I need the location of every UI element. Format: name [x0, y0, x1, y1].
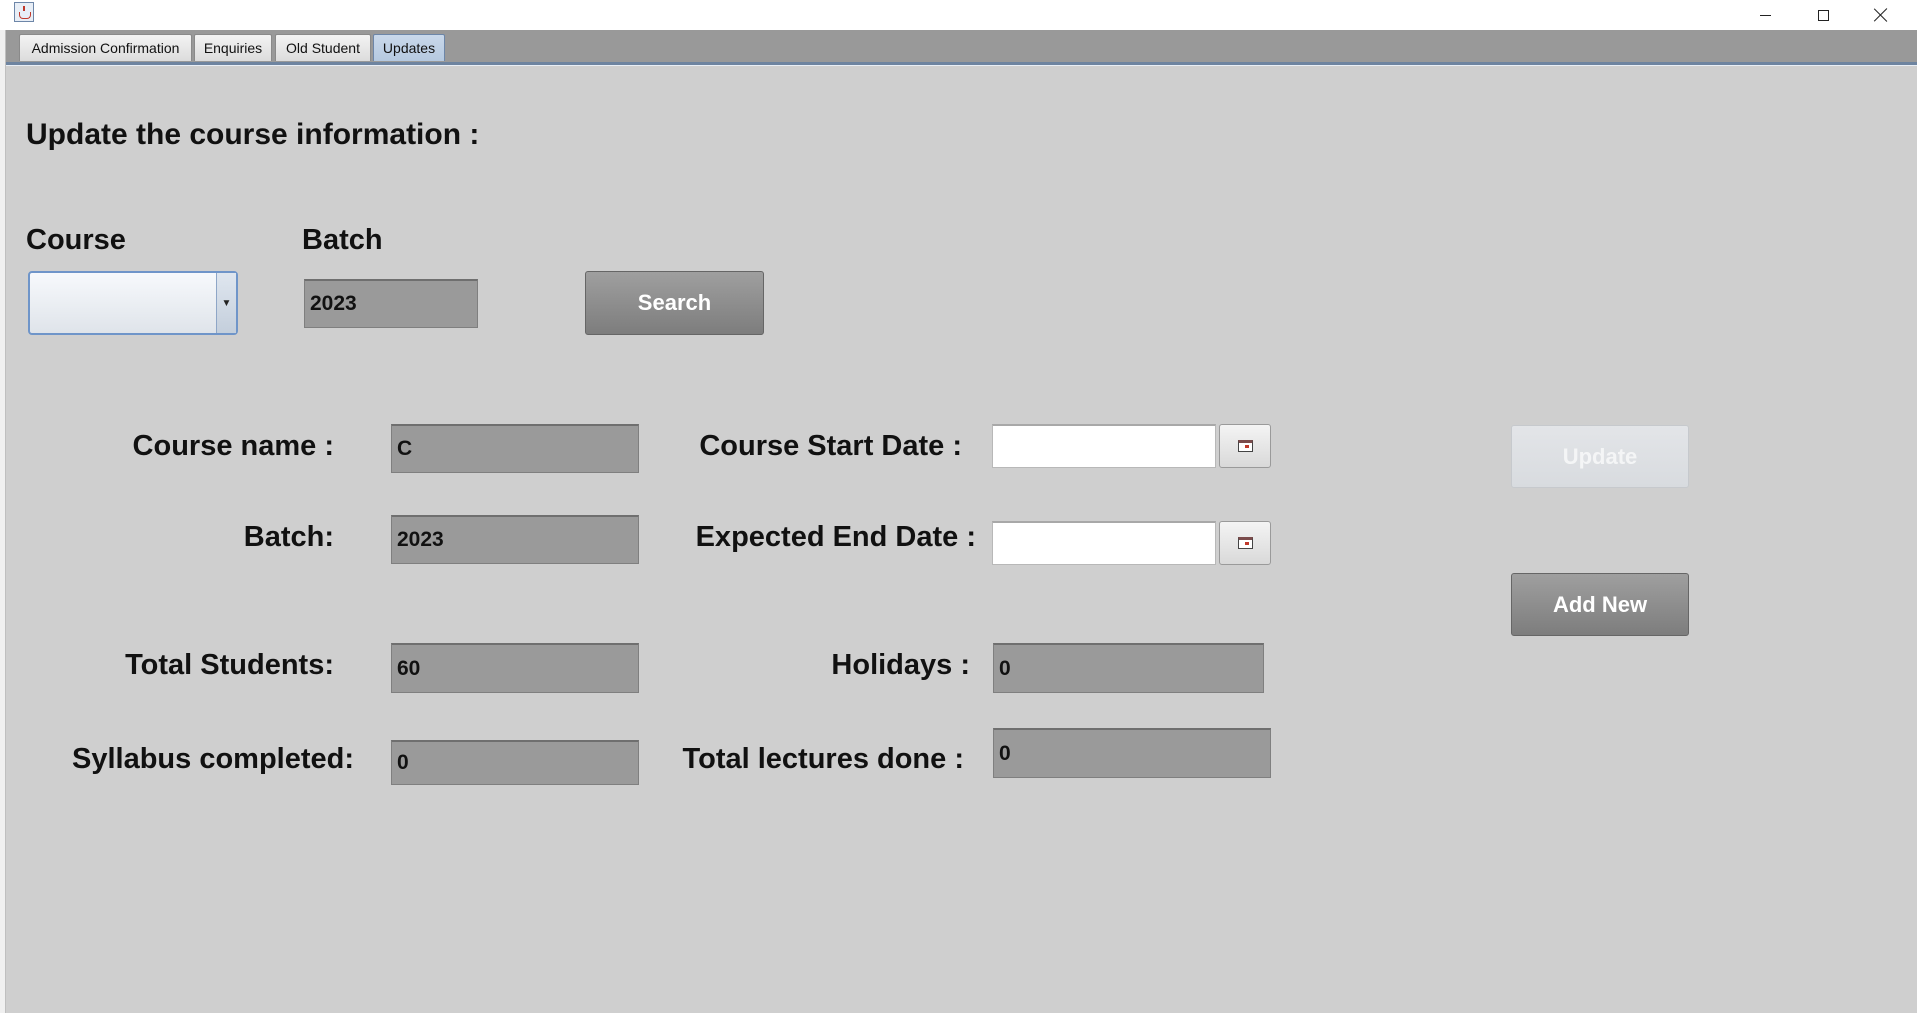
- holidays-label: Holidays :: [831, 649, 970, 681]
- window-left-edge: [0, 30, 6, 1013]
- tab-old-student[interactable]: Old Student: [275, 34, 371, 61]
- course-label: Course: [26, 224, 126, 256]
- close-icon: [1874, 8, 1888, 22]
- tab-strip-divider: [6, 62, 1917, 66]
- expected-end-date-input[interactable]: [992, 521, 1216, 565]
- title-bar: [0, 0, 1917, 31]
- batch-search-label: Batch: [302, 224, 383, 256]
- end-date-picker-button[interactable]: [1219, 521, 1271, 565]
- start-date-picker-button[interactable]: [1219, 424, 1271, 468]
- batch-input[interactable]: 2023: [391, 515, 639, 564]
- syllabus-completed-input[interactable]: 0: [391, 740, 639, 785]
- search-button[interactable]: Search: [585, 271, 764, 335]
- course-start-date-label: Course Start Date :: [699, 430, 962, 462]
- maximize-button[interactable]: [1794, 0, 1852, 30]
- batch-search-input[interactable]: 2023: [304, 279, 478, 328]
- total-lectures-input[interactable]: 0: [993, 728, 1271, 778]
- tab-enquiries[interactable]: Enquiries: [194, 34, 272, 61]
- syllabus-completed-label: Syllabus completed:: [71, 743, 354, 775]
- holidays-input[interactable]: 0: [993, 643, 1264, 693]
- close-button[interactable]: [1852, 0, 1910, 30]
- total-students-input[interactable]: 60: [391, 643, 639, 693]
- maximize-icon: [1817, 9, 1829, 21]
- minimize-icon: [1759, 15, 1771, 16]
- calendar-icon: [1237, 440, 1253, 452]
- total-students-label: Total Students:: [125, 649, 334, 681]
- batch-label: Batch:: [243, 521, 334, 553]
- tab-updates[interactable]: Updates: [373, 34, 445, 61]
- tab-admission-confirmation[interactable]: Admission Confirmation: [19, 34, 192, 61]
- course-name-input[interactable]: C: [391, 424, 639, 473]
- course-start-date-input[interactable]: [992, 424, 1216, 468]
- add-new-button[interactable]: Add New: [1511, 573, 1689, 636]
- expected-end-date-label: Expected End Date :: [695, 521, 976, 553]
- calendar-icon: [1237, 537, 1253, 549]
- update-button[interactable]: Update: [1511, 425, 1689, 488]
- java-coffee-icon: [14, 2, 34, 22]
- page-title: Update the course information :: [26, 118, 480, 151]
- minimize-button[interactable]: [1736, 0, 1794, 30]
- total-lectures-label: Total lectures done :: [682, 743, 964, 775]
- chevron-down-icon[interactable]: ▼: [216, 273, 236, 333]
- course-name-label: Course name :: [132, 430, 334, 462]
- course-dropdown[interactable]: ▼: [28, 271, 238, 335]
